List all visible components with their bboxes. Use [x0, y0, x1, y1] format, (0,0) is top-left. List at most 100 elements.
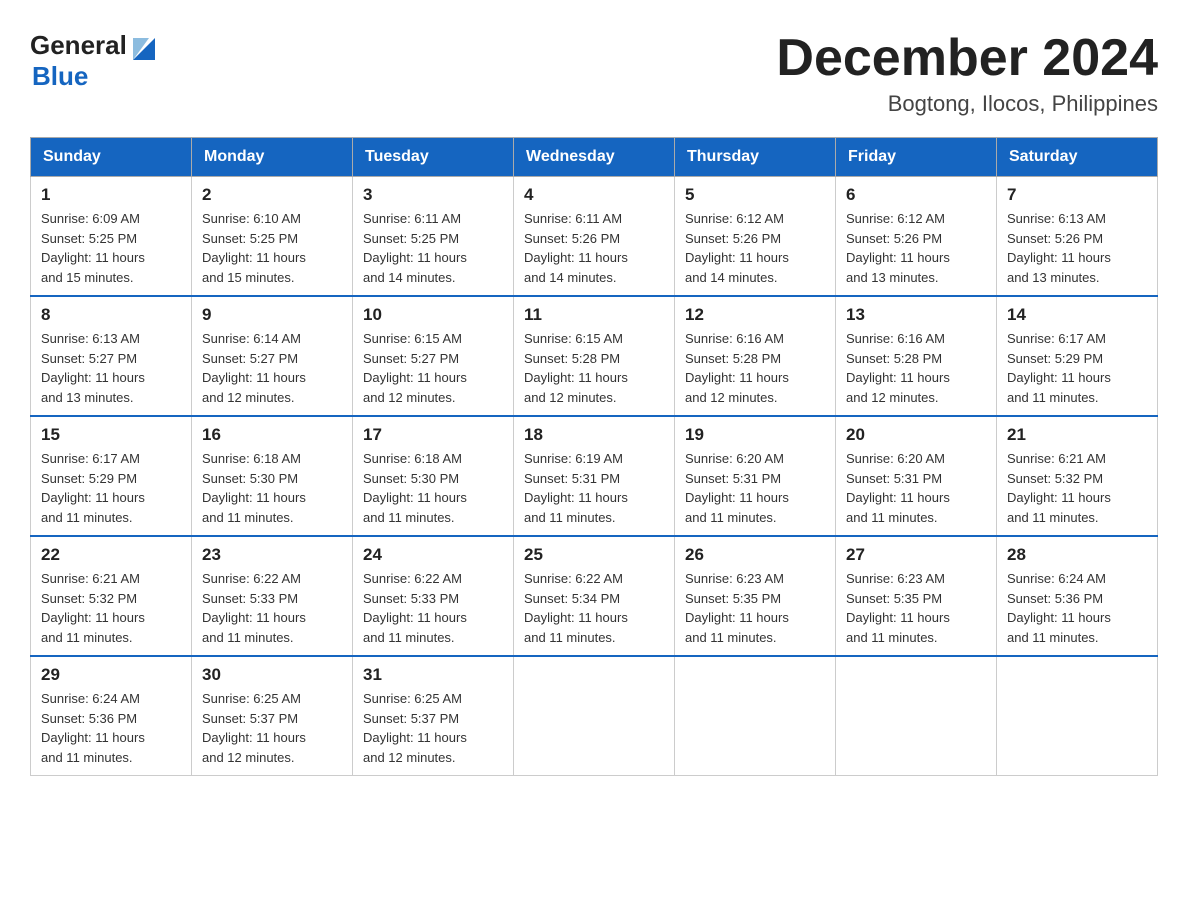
day-info: Sunrise: 6:13 AMSunset: 5:26 PMDaylight:… — [1007, 209, 1147, 287]
calendar-cell: 29 Sunrise: 6:24 AMSunset: 5:36 PMDayligh… — [31, 656, 192, 776]
header-monday: Monday — [192, 138, 353, 177]
day-number: 26 — [685, 545, 825, 565]
day-info: Sunrise: 6:24 AMSunset: 5:36 PMDaylight:… — [1007, 569, 1147, 647]
calendar-cell: 26 Sunrise: 6:23 AMSunset: 5:35 PMDayligh… — [675, 536, 836, 656]
calendar-cell: 24Sunrise: 6:22 AMSunset: 5:33 PMDayligh… — [353, 536, 514, 656]
calendar-cell — [997, 656, 1158, 776]
day-number: 6 — [846, 185, 986, 205]
month-title: December 2024 — [776, 30, 1158, 87]
calendar-cell: 30 Sunrise: 6:25 AMSunset: 5:37 PMDayligh… — [192, 656, 353, 776]
calendar-cell: 3Sunrise: 6:11 AMSunset: 5:25 PMDaylight… — [353, 177, 514, 297]
logo: General Blue — [30, 30, 159, 92]
header-thursday: Thursday — [675, 138, 836, 177]
day-number: 10 — [363, 305, 503, 325]
logo-general-text: General — [30, 30, 127, 61]
calendar-cell: 5 Sunrise: 6:12 AMSunset: 5:26 PMDaylight… — [675, 177, 836, 297]
calendar-cell: 13 Sunrise: 6:16 AMSunset: 5:28 PMDayligh… — [836, 296, 997, 416]
calendar-cell: 22Sunrise: 6:21 AMSunset: 5:32 PMDayligh… — [31, 536, 192, 656]
day-info: Sunrise: 6:15 AMSunset: 5:27 PMDaylight:… — [363, 329, 503, 407]
day-info: Sunrise: 6:25 AMSunset: 5:37 PMDaylight:… — [363, 689, 503, 767]
title-block: December 2024 Bogtong, Ilocos, Philippin… — [776, 30, 1158, 117]
day-info: Sunrise: 6:13 AMSunset: 5:27 PMDaylight:… — [41, 329, 181, 407]
calendar-cell: 1 Sunrise: 6:09 AMSunset: 5:25 PMDaylight… — [31, 177, 192, 297]
header-wednesday: Wednesday — [514, 138, 675, 177]
day-info: Sunrise: 6:12 AMSunset: 5:26 PMDaylight:… — [846, 209, 986, 287]
day-info: Sunrise: 6:24 AMSunset: 5:36 PMDaylight:… — [41, 689, 181, 767]
logo-triangle-icon — [129, 32, 159, 60]
calendar-cell: 4Sunrise: 6:11 AMSunset: 5:26 PMDaylight… — [514, 177, 675, 297]
day-info: Sunrise: 6:20 AMSunset: 5:31 PMDaylight:… — [846, 449, 986, 527]
calendar-cell: 21 Sunrise: 6:21 AMSunset: 5:32 PMDayligh… — [997, 416, 1158, 536]
page-header: General Blue December 2024 Bogtong, Iloc… — [30, 30, 1158, 117]
day-number: 31 — [363, 665, 503, 685]
calendar-header-row: SundayMondayTuesdayWednesdayThursdayFrid… — [31, 138, 1158, 177]
day-number: 20 — [846, 425, 986, 445]
calendar-week-row: 29 Sunrise: 6:24 AMSunset: 5:36 PMDayligh… — [31, 656, 1158, 776]
calendar-cell: 8 Sunrise: 6:13 AMSunset: 5:27 PMDaylight… — [31, 296, 192, 416]
day-number: 8 — [41, 305, 181, 325]
day-info: Sunrise: 6:23 AMSunset: 5:35 PMDaylight:… — [846, 569, 986, 647]
day-info: Sunrise: 6:25 AMSunset: 5:37 PMDaylight:… — [202, 689, 342, 767]
day-info: Sunrise: 6:15 AMSunset: 5:28 PMDaylight:… — [524, 329, 664, 407]
calendar-cell — [675, 656, 836, 776]
day-number: 21 — [1007, 425, 1147, 445]
calendar-cell: 2 Sunrise: 6:10 AMSunset: 5:25 PMDaylight… — [192, 177, 353, 297]
day-info: Sunrise: 6:10 AMSunset: 5:25 PMDaylight:… — [202, 209, 342, 287]
day-number: 13 — [846, 305, 986, 325]
day-info: Sunrise: 6:17 AMSunset: 5:29 PMDaylight:… — [1007, 329, 1147, 407]
day-info: Sunrise: 6:16 AMSunset: 5:28 PMDaylight:… — [685, 329, 825, 407]
day-number: 27 — [846, 545, 986, 565]
calendar-cell: 15Sunrise: 6:17 AMSunset: 5:29 PMDayligh… — [31, 416, 192, 536]
day-number: 18 — [524, 425, 664, 445]
day-number: 14 — [1007, 305, 1147, 325]
day-info: Sunrise: 6:21 AMSunset: 5:32 PMDaylight:… — [41, 569, 181, 647]
day-number: 30 — [202, 665, 342, 685]
calendar-cell: 12 Sunrise: 6:16 AMSunset: 5:28 PMDayligh… — [675, 296, 836, 416]
calendar-cell: 20 Sunrise: 6:20 AMSunset: 5:31 PMDayligh… — [836, 416, 997, 536]
day-number: 23 — [202, 545, 342, 565]
calendar-cell — [514, 656, 675, 776]
day-number: 16 — [202, 425, 342, 445]
location-title: Bogtong, Ilocos, Philippines — [776, 91, 1158, 117]
day-number: 5 — [685, 185, 825, 205]
calendar-cell: 25Sunrise: 6:22 AMSunset: 5:34 PMDayligh… — [514, 536, 675, 656]
calendar-cell: 9 Sunrise: 6:14 AMSunset: 5:27 PMDaylight… — [192, 296, 353, 416]
day-info: Sunrise: 6:09 AMSunset: 5:25 PMDaylight:… — [41, 209, 181, 287]
day-number: 4 — [524, 185, 664, 205]
calendar-cell: 27 Sunrise: 6:23 AMSunset: 5:35 PMDayligh… — [836, 536, 997, 656]
day-info: Sunrise: 6:16 AMSunset: 5:28 PMDaylight:… — [846, 329, 986, 407]
day-info: Sunrise: 6:14 AMSunset: 5:27 PMDaylight:… — [202, 329, 342, 407]
day-info: Sunrise: 6:18 AMSunset: 5:30 PMDaylight:… — [363, 449, 503, 527]
day-info: Sunrise: 6:20 AMSunset: 5:31 PMDaylight:… — [685, 449, 825, 527]
calendar-week-row: 15Sunrise: 6:17 AMSunset: 5:29 PMDayligh… — [31, 416, 1158, 536]
header-sunday: Sunday — [31, 138, 192, 177]
day-number: 1 — [41, 185, 181, 205]
calendar-table: SundayMondayTuesdayWednesdayThursdayFrid… — [30, 137, 1158, 776]
calendar-cell: 7Sunrise: 6:13 AMSunset: 5:26 PMDaylight… — [997, 177, 1158, 297]
day-number: 19 — [685, 425, 825, 445]
day-number: 17 — [363, 425, 503, 445]
day-info: Sunrise: 6:23 AMSunset: 5:35 PMDaylight:… — [685, 569, 825, 647]
day-number: 12 — [685, 305, 825, 325]
day-number: 29 — [41, 665, 181, 685]
day-number: 9 — [202, 305, 342, 325]
calendar-cell: 23 Sunrise: 6:22 AMSunset: 5:33 PMDayligh… — [192, 536, 353, 656]
day-number: 25 — [524, 545, 664, 565]
calendar-cell: 6 Sunrise: 6:12 AMSunset: 5:26 PMDaylight… — [836, 177, 997, 297]
day-number: 24 — [363, 545, 503, 565]
header-tuesday: Tuesday — [353, 138, 514, 177]
calendar-cell: 18Sunrise: 6:19 AMSunset: 5:31 PMDayligh… — [514, 416, 675, 536]
header-friday: Friday — [836, 138, 997, 177]
header-saturday: Saturday — [997, 138, 1158, 177]
day-info: Sunrise: 6:21 AMSunset: 5:32 PMDaylight:… — [1007, 449, 1147, 527]
day-number: 28 — [1007, 545, 1147, 565]
day-info: Sunrise: 6:18 AMSunset: 5:30 PMDaylight:… — [202, 449, 342, 527]
day-info: Sunrise: 6:12 AMSunset: 5:26 PMDaylight:… — [685, 209, 825, 287]
day-number: 2 — [202, 185, 342, 205]
day-info: Sunrise: 6:11 AMSunset: 5:25 PMDaylight:… — [363, 209, 503, 287]
calendar-cell: 10 Sunrise: 6:15 AMSunset: 5:27 PMDayligh… — [353, 296, 514, 416]
calendar-cell: 17 Sunrise: 6:18 AMSunset: 5:30 PMDayligh… — [353, 416, 514, 536]
day-info: Sunrise: 6:22 AMSunset: 5:33 PMDaylight:… — [202, 569, 342, 647]
calendar-week-row: 1 Sunrise: 6:09 AMSunset: 5:25 PMDaylight… — [31, 177, 1158, 297]
calendar-week-row: 22Sunrise: 6:21 AMSunset: 5:32 PMDayligh… — [31, 536, 1158, 656]
